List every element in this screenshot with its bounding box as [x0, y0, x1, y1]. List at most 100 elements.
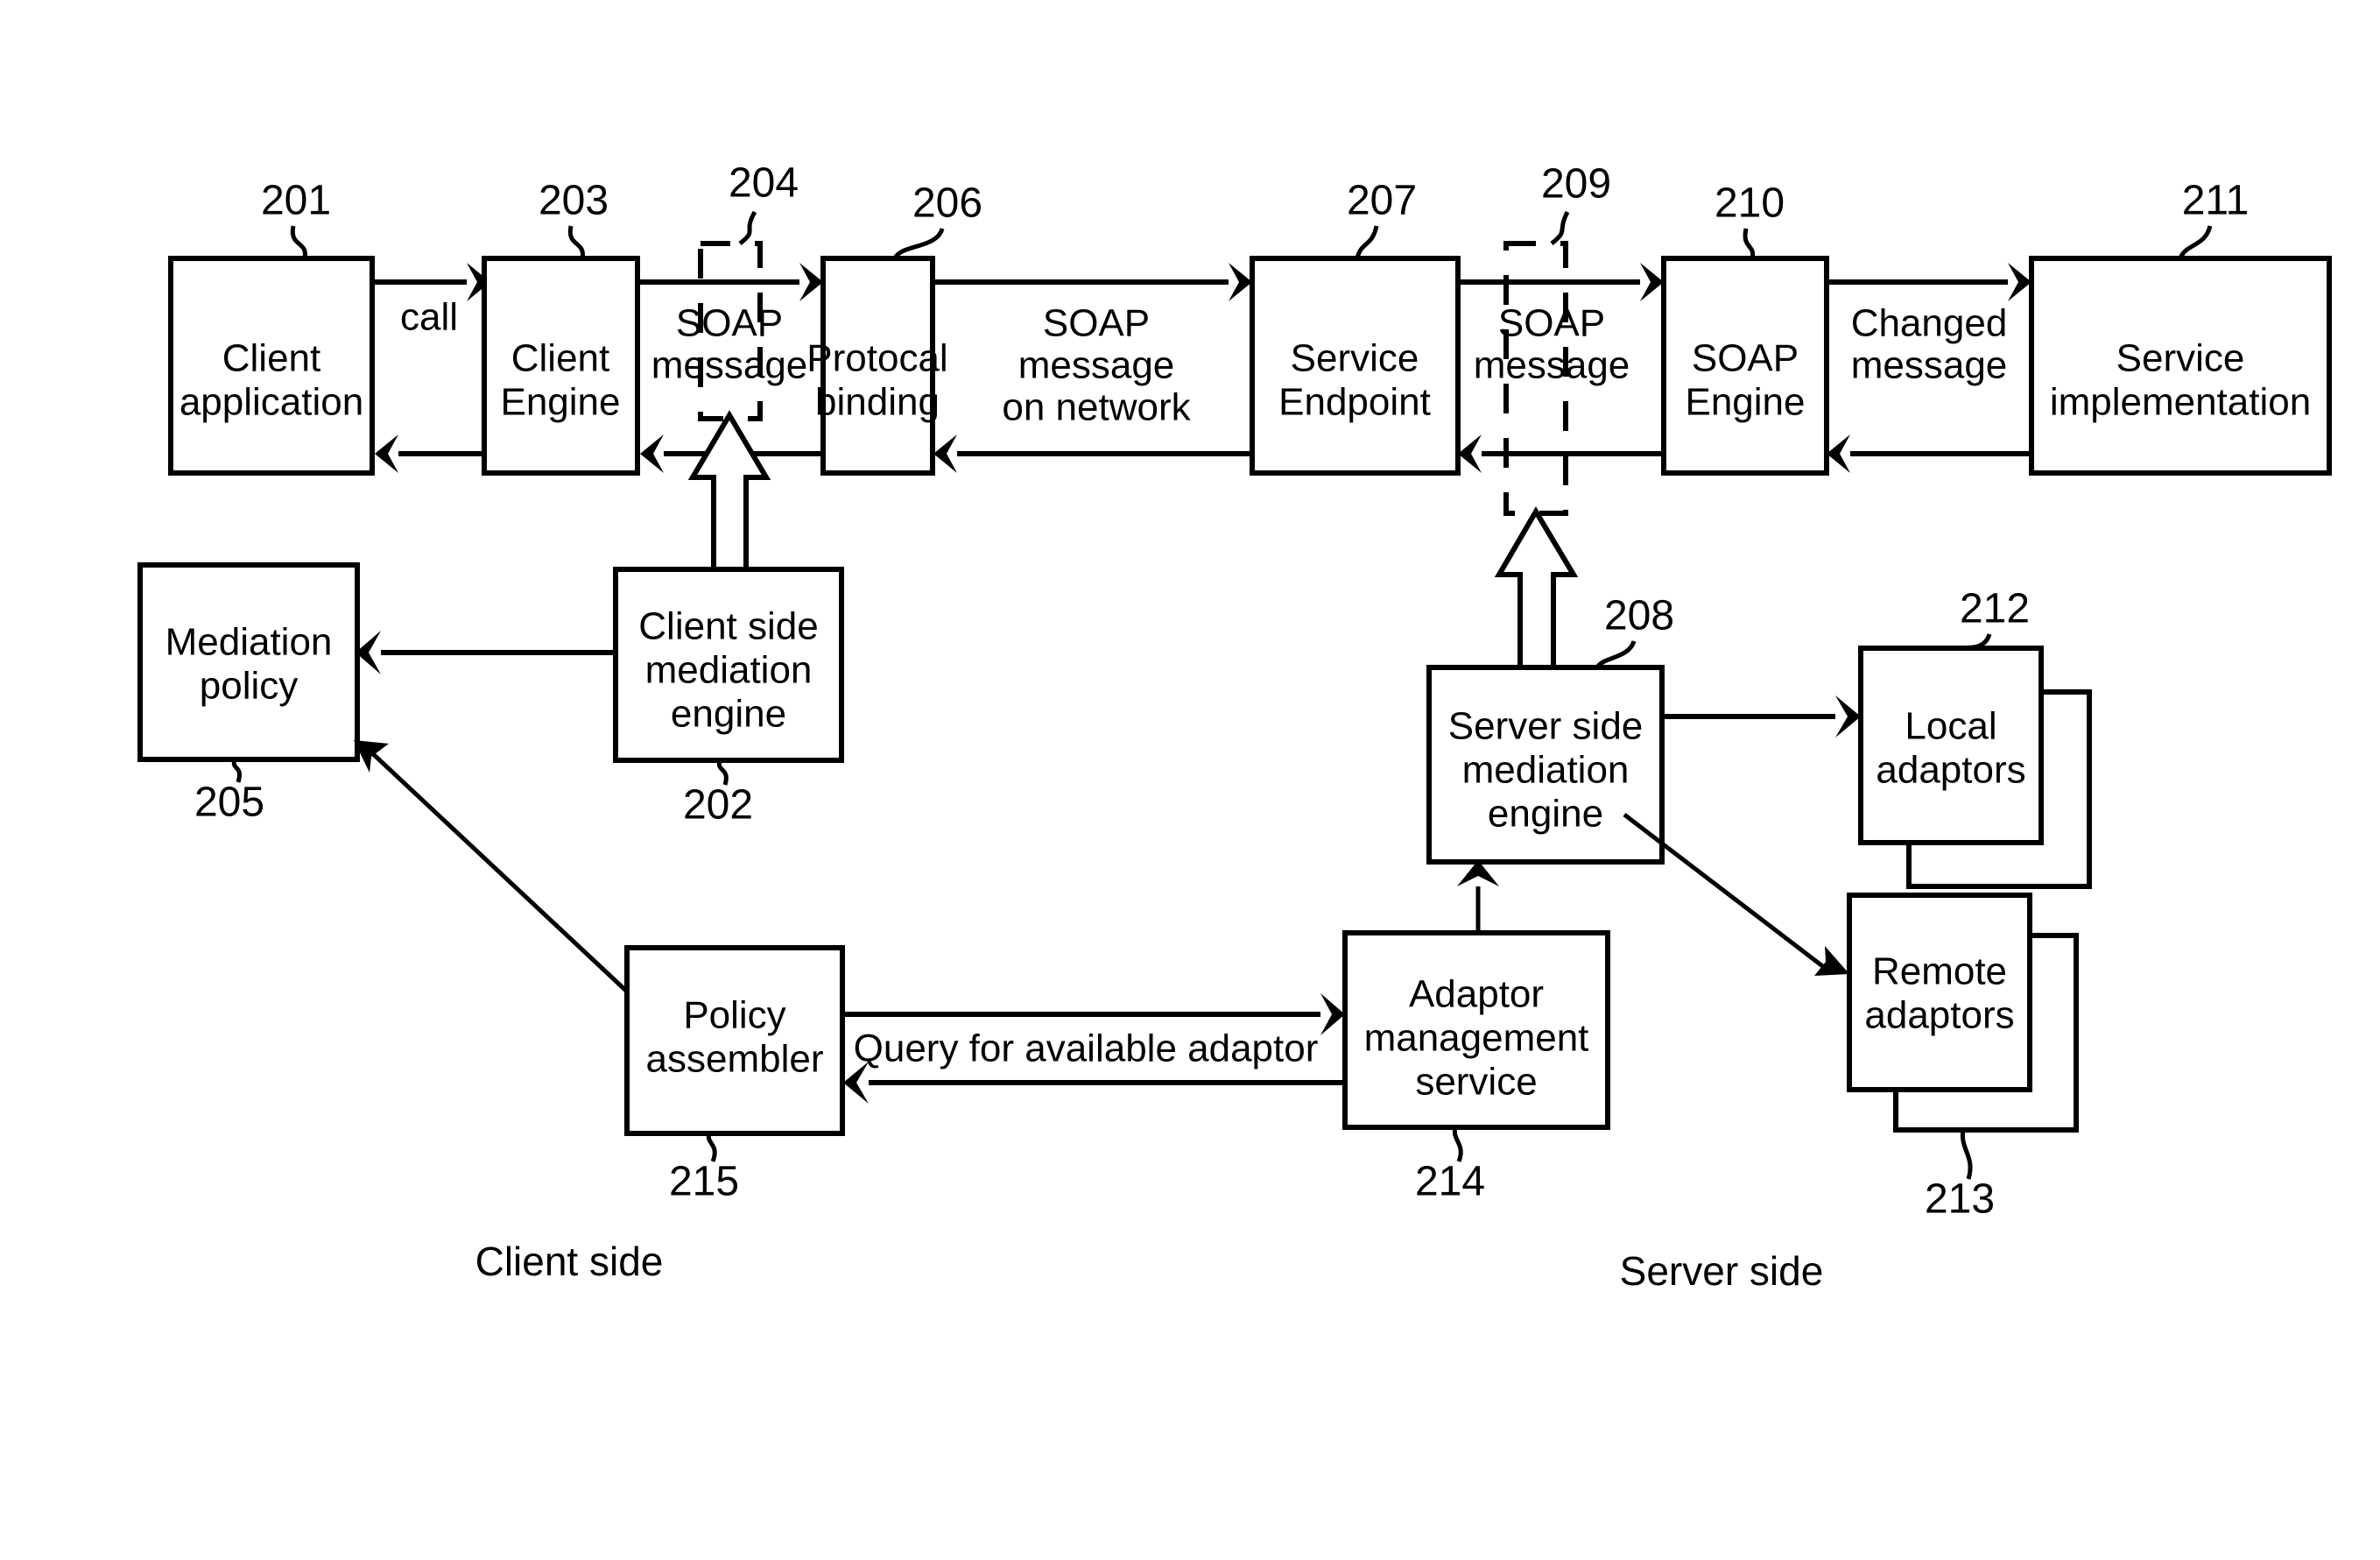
ref-callout-209: 209	[1541, 161, 1611, 245]
box-service-endpoint[interactable]: Service Endpoint	[1250, 256, 1461, 476]
box-client-application[interactable]: Client application	[168, 256, 375, 476]
box-remote-adaptors[interactable]: Remote adaptors	[1847, 893, 2079, 1133]
box-mediation-policy-label-2: policy	[200, 665, 299, 708]
ref-callout-206: 206	[892, 180, 982, 260]
edge-client-mediation-to-mediation-policy	[356, 631, 616, 674]
box-client-mediation-label-3: engine	[671, 693, 786, 736]
box-service-implementation-label-2: implementation	[2050, 381, 2311, 424]
box-protocol-binding-label-2: binding	[815, 381, 940, 424]
edge-soap-engine-to-service-endpoint-return	[1458, 434, 1664, 473]
box-remote-adaptors-label-2: adaptors	[1864, 994, 2014, 1037]
edge-label-soap-network-line3: on network	[1002, 386, 1191, 429]
box-adaptor-management-service[interactable]: Adaptor management service	[1342, 930, 1610, 1130]
box-adaptor-mgmt-label-2: management	[1364, 1017, 1589, 1060]
ref-number-205: 205	[194, 780, 264, 826]
box-local-adaptors[interactable]: Local adaptors	[1858, 646, 2092, 889]
ref-number-207: 207	[1347, 178, 1417, 224]
box-local-adaptors-label-1: Local	[1905, 705, 1996, 748]
edge-service-implementation-to-soap-engine-return	[1827, 434, 2031, 473]
ref-number-201: 201	[261, 178, 331, 224]
edge-label-soap-network-line1: SOAP	[1043, 302, 1150, 345]
ref-callout-211: 211	[2178, 178, 2250, 260]
ref-number-213: 213	[1925, 1176, 1995, 1223]
block-arrow-server-mediation-to-soap-message	[1494, 506, 1579, 670]
ref-callout-203: 203	[539, 178, 609, 259]
box-protocol-binding[interactable]: Protocal binding	[806, 256, 948, 476]
ref-number-210: 210	[1715, 180, 1785, 227]
edge-soap-engine-to-service-implementation	[1824, 263, 2031, 301]
region-label-server-side: Server side	[1620, 1248, 1824, 1294]
edge-service-endpoint-to-soap-engine	[1455, 263, 1664, 301]
box-server-mediation-label-3: engine	[1488, 793, 1603, 836]
box-remote-adaptors-label-1: Remote	[1872, 950, 2007, 993]
ref-number-212: 212	[1960, 586, 2030, 632]
ref-number-206: 206	[912, 180, 982, 227]
box-server-side-mediation-engine[interactable]: Server side mediation engine	[1426, 665, 1665, 865]
ref-callout-212: 212	[1959, 586, 2030, 651]
edge-server-mediation-to-remote-adaptors	[1623, 813, 1849, 976]
edge-label-query-for-available-adaptor: Query for available adaptor	[854, 1027, 1319, 1070]
edge-label-changed-message-line1: Changed	[1851, 302, 2008, 345]
edge-adaptor-management-to-server-mediation	[1457, 860, 1499, 933]
box-mediation-policy[interactable]: Mediation policy	[137, 562, 360, 762]
box-service-implementation-label-1: Service	[2116, 337, 2245, 380]
box-client-application-label-1: Client	[222, 337, 321, 380]
ref-callout-208: 208	[1595, 593, 1674, 669]
box-policy-assembler-label-2: assembler	[646, 1038, 824, 1081]
box-service-implementation[interactable]: Service implementation	[2029, 256, 2332, 476]
box-protocol-binding-label-1: Protocal	[806, 337, 947, 380]
box-client-mediation-label-2: mediation	[645, 649, 813, 692]
edge-server-mediation-to-local-adaptors	[1662, 695, 1861, 738]
box-adaptor-mgmt-label-1: Adaptor	[1409, 973, 1544, 1016]
box-policy-assembler-label-1: Policy	[683, 994, 785, 1037]
ref-callout-214: 214	[1415, 1126, 1485, 1205]
edge-service-endpoint-to-protocol-binding-return	[933, 434, 1252, 473]
box-mediation-policy-label-1: Mediation	[165, 621, 333, 664]
edge-policy-assembler-to-mediation-policy	[354, 740, 629, 993]
ref-number-204: 204	[729, 160, 799, 207]
box-server-mediation-label-2: mediation	[1462, 749, 1630, 792]
box-service-endpoint-label-1: Service	[1291, 337, 1419, 380]
ref-callout-213: 213	[1925, 1129, 1995, 1223]
ref-callout-210: 210	[1715, 180, 1785, 259]
box-soap-engine-label-1: SOAP	[1692, 337, 1799, 380]
ref-callout-215: 215	[669, 1133, 739, 1205]
box-client-engine-label-2: Engine	[500, 381, 620, 424]
box-service-endpoint-label-2: Endpoint	[1278, 381, 1431, 424]
edge-label-call: call	[400, 296, 458, 339]
edge-label-soap-message-209-line2: message	[1474, 344, 1630, 387]
ref-number-211: 211	[2182, 178, 2250, 224]
box-client-engine[interactable]: Client Engine	[482, 256, 640, 476]
edge-client-engine-to-client-application-return	[375, 434, 484, 473]
region-label-client-side: Client side	[475, 1239, 664, 1284]
box-local-adaptors-label-2: adaptors	[1876, 749, 2025, 792]
ref-callout-205: 205	[194, 759, 264, 826]
ref-callout-207: 207	[1347, 178, 1417, 259]
ref-callout-202: 202	[683, 759, 753, 829]
ref-callout-201: 201	[261, 178, 331, 259]
block-arrow-client-mediation-to-soap-message	[687, 410, 771, 576]
box-client-mediation-label-1: Client side	[638, 605, 818, 648]
figure-root: Client application Client Engine Protoca…	[0, 0, 2380, 1560]
ref-number-202: 202	[683, 782, 753, 829]
box-soap-engine[interactable]: SOAP Engine	[1661, 256, 1829, 476]
edge-label-soap-message-209-line1: SOAP	[1498, 302, 1605, 345]
ref-number-209: 209	[1541, 161, 1611, 208]
box-adaptor-mgmt-label-3: service	[1415, 1061, 1537, 1104]
box-client-engine-label-1: Client	[511, 337, 610, 380]
edge-protocol-binding-to-service-endpoint	[931, 263, 1252, 301]
patent-block-diagram: Client application Client Engine Protoca…	[137, 160, 2332, 1294]
ref-number-214: 214	[1415, 1159, 1485, 1205]
box-policy-assembler[interactable]: Policy assembler	[624, 945, 845, 1136]
edge-label-soap-network-line2: message	[1018, 344, 1175, 387]
box-client-side-mediation-engine[interactable]: Client side mediation engine	[613, 567, 844, 763]
edge-label-soap-message-204-line1: SOAP	[676, 302, 783, 345]
edge-client-engine-to-protocol-binding	[637, 263, 823, 301]
ref-number-203: 203	[539, 178, 609, 224]
ref-number-208: 208	[1604, 593, 1674, 639]
box-soap-engine-label-2: Engine	[1685, 381, 1805, 424]
edge-label-soap-message-204-line2: message	[651, 344, 808, 387]
ref-number-215: 215	[669, 1159, 739, 1205]
box-client-application-label-2: application	[180, 381, 363, 424]
edge-label-changed-message-line2: message	[1851, 344, 2008, 387]
